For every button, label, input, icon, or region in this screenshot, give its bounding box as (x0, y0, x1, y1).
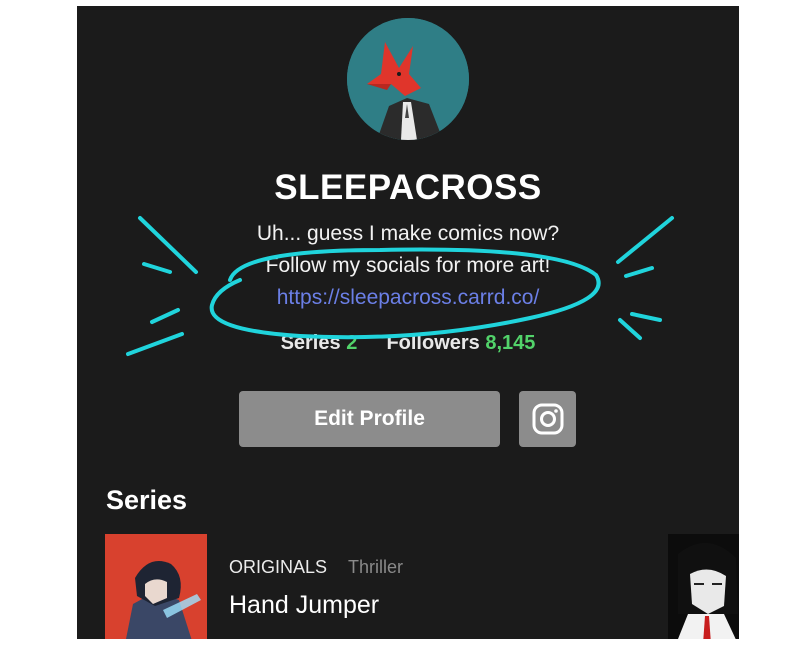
instagram-icon (532, 403, 563, 435)
profile-panel: SLEEPACROSS Uh... guess I make comics no… (77, 6, 739, 639)
followers-label[interactable]: Followers (386, 332, 479, 354)
bio-line-2: Follow my socials for more art! (265, 254, 551, 277)
followers-count[interactable]: 8,145 (485, 332, 535, 354)
avatar[interactable] (347, 18, 469, 140)
series-section-title: Series (106, 485, 188, 515)
instagram-button[interactable] (519, 391, 576, 447)
series-tag: ORIGINALS (229, 557, 328, 577)
series-title[interactable]: Hand Jumper (229, 591, 379, 620)
profile-stats: Series 2 Followers 8,145 (77, 332, 739, 355)
series-thumbnail-2[interactable] (668, 534, 739, 639)
edit-profile-button[interactable]: Edit Profile (239, 391, 500, 447)
series-genre: Thriller (348, 557, 404, 577)
series-thumbnail-hand-jumper[interactable] (105, 534, 207, 639)
username: SLEEPACROSS (274, 168, 542, 207)
series-count-label: Series (280, 332, 341, 354)
series-count: 2 (346, 332, 358, 354)
bio-line-1: Uh... guess I make comics now? (256, 222, 560, 245)
profile-link[interactable]: https://sleepacross.carrd.co/ (77, 286, 739, 310)
